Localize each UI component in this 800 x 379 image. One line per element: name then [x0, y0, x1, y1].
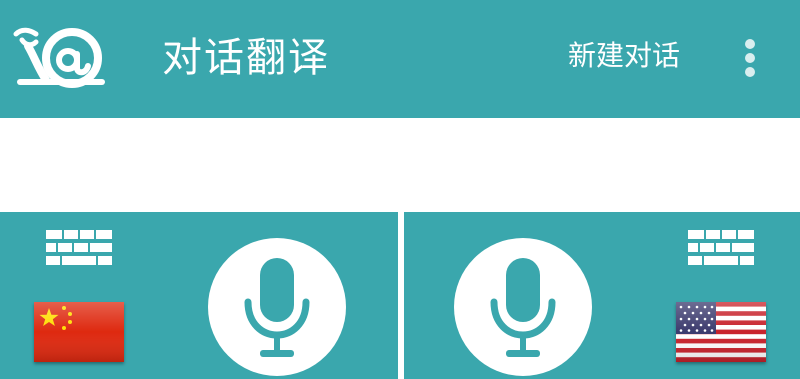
new-conversation-button[interactable]: 新建对话	[568, 36, 680, 76]
usa-flag-icon[interactable]	[676, 302, 766, 362]
microphone-icon	[244, 258, 310, 357]
china-flag-icon[interactable]	[34, 302, 124, 362]
app-title: 对话翻译	[162, 35, 330, 81]
more-vert-icon[interactable]	[732, 36, 768, 80]
left-language-panel	[0, 212, 398, 379]
right-microphone-button[interactable]	[454, 238, 592, 376]
keyboard-icon[interactable]	[688, 230, 754, 266]
menu-dot	[745, 53, 755, 63]
menu-dot	[745, 39, 755, 49]
menu-dot	[745, 67, 755, 77]
right-language-panel	[404, 212, 800, 379]
snail-at-logo-icon	[13, 27, 105, 88]
app-bar: 对话翻译 新建对话	[0, 0, 800, 118]
translation-text-area	[0, 118, 800, 212]
left-microphone-button[interactable]	[208, 238, 346, 376]
microphone-icon	[490, 258, 556, 357]
keyboard-icon[interactable]	[46, 230, 112, 266]
